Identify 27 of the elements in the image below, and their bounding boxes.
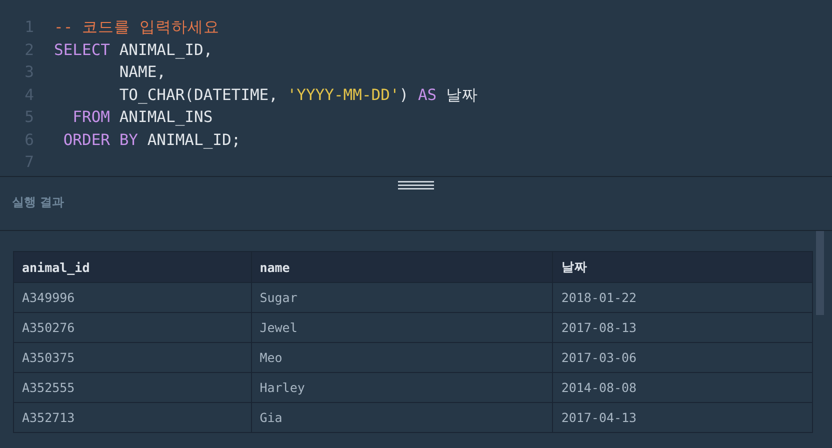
table-cell: Sugar [251, 282, 553, 312]
table-cell: Harley [251, 372, 553, 402]
code-line: NAME, [118, 62, 166, 83]
code-line: ORDER BY ANIMAL_ID; [62, 130, 241, 151]
table-cell: Meo [251, 342, 553, 372]
table-cell: A350375 [14, 342, 252, 372]
resize-handle-icon[interactable] [398, 181, 434, 190]
column-header: 날짜 [552, 252, 812, 282]
table-cell: 2017-08-13 [552, 312, 812, 342]
table-cell: A352555 [14, 372, 252, 402]
table-cell: 2014-08-08 [552, 372, 812, 402]
table-cell: Jewel [251, 312, 553, 342]
table-cell: 2017-04-13 [552, 402, 812, 432]
table-cell: Gia [251, 402, 553, 432]
code-line: FROM ANIMAL_INS [72, 107, 213, 128]
scrollbar-thumb[interactable] [816, 231, 824, 315]
column-header: animal_id [14, 252, 252, 282]
table-cell: 2018-01-22 [552, 282, 812, 312]
table-cell: A349996 [14, 282, 252, 312]
code-line: SELECT ANIMAL_ID, [54, 40, 213, 61]
result-title: 실행 결과 [12, 194, 64, 211]
code-line: -- 코드를 입력하세요 [54, 17, 220, 38]
table-cell: A350276 [14, 312, 252, 342]
table-cell: A352713 [14, 402, 252, 432]
column-header: name [251, 252, 553, 282]
table-cell: 2017-03-06 [552, 342, 812, 372]
code-line: TO_CHAR(DATETIME, 'YYYY-MM-DD') AS 날짜 [118, 84, 478, 106]
